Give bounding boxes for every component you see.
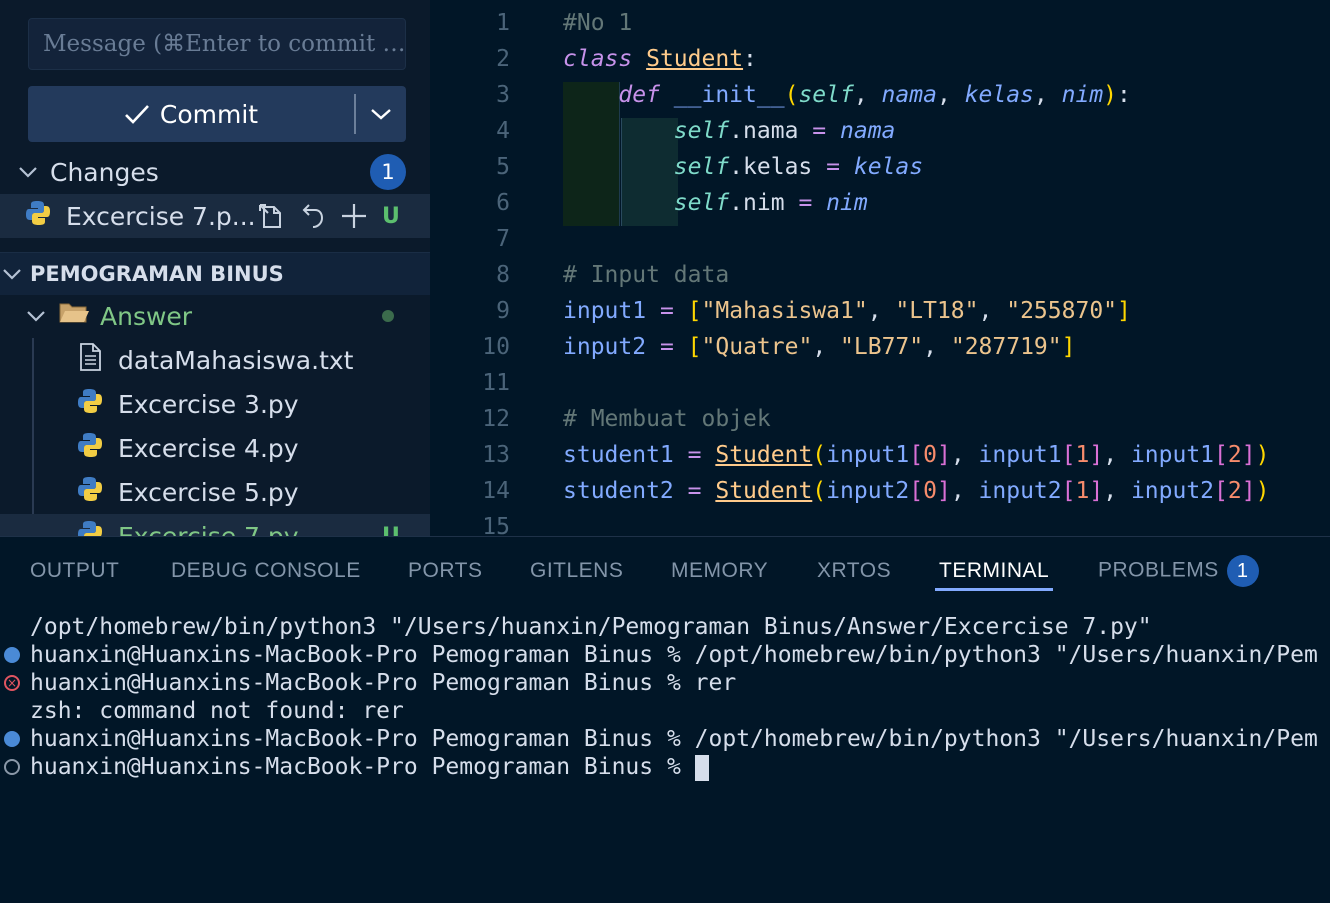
tab-problems-label: PROBLEMS bbox=[1098, 558, 1219, 582]
python-file-icon bbox=[76, 519, 104, 536]
code-line[interactable]: self.kelas = kelas bbox=[563, 154, 923, 180]
file-item[interactable]: Excercise 5.py bbox=[0, 470, 430, 514]
code-line[interactable]: class Student: bbox=[563, 46, 757, 72]
commit-main-button[interactable]: Commit bbox=[28, 86, 354, 142]
untracked-status: U bbox=[382, 203, 400, 229]
code-line[interactable]: student2 = Student(input2[0], input2[1],… bbox=[563, 478, 1269, 504]
source-control-sidebar: Message (⌘Enter to commit … Commit Chang… bbox=[0, 0, 430, 536]
line-number: 6 bbox=[496, 190, 510, 216]
commit-dropdown-button[interactable] bbox=[356, 86, 406, 142]
file-item[interactable]: Excercise 3.py bbox=[0, 382, 430, 426]
terminal-line: /opt/homebrew/bin/python3 "/Users/huanxi… bbox=[30, 614, 1152, 640]
open-folder-icon bbox=[58, 300, 90, 332]
changes-label: Changes bbox=[50, 157, 159, 187]
line-number: 2 bbox=[496, 46, 510, 72]
file-item-partial[interactable]: Excercise 7.py U bbox=[0, 514, 430, 536]
changed-file-actions bbox=[256, 201, 368, 231]
chevron-down-icon bbox=[371, 109, 391, 120]
line-number: 7 bbox=[496, 226, 510, 252]
code-editor[interactable]: 1 2 3 4 5 6 7 8 9 10 11 12 13 14 15 #No 1 class Student… bbox=[430, 0, 1330, 536]
terminal-line: zsh: command not found: rer bbox=[30, 698, 404, 724]
problems-count-badge: 1 bbox=[1226, 555, 1259, 587]
changed-file-name: Excercise 7.p... bbox=[66, 201, 256, 231]
file-name: Excercise 4.py bbox=[118, 433, 299, 463]
line-number: 5 bbox=[496, 154, 510, 180]
file-item[interactable]: Excercise 4.py bbox=[0, 426, 430, 470]
tab-terminal[interactable]: TERMINAL bbox=[934, 559, 1054, 591]
python-file-icon bbox=[76, 387, 104, 421]
untracked-status: U bbox=[382, 523, 400, 537]
chevron-down-icon bbox=[0, 267, 24, 281]
line-number: 13 bbox=[482, 442, 510, 468]
commit-label: Commit bbox=[159, 99, 259, 129]
modified-dot-indicator bbox=[382, 310, 394, 322]
chevron-down-icon bbox=[24, 309, 48, 323]
explorer-section-title: PEMOGRAMAN BINUS bbox=[30, 262, 284, 286]
line-number: 15 bbox=[482, 514, 510, 536]
line-number: 14 bbox=[482, 478, 510, 504]
code-line[interactable]: # Membuat objek bbox=[563, 406, 771, 432]
discard-changes-icon[interactable] bbox=[300, 201, 326, 231]
code-line[interactable]: self.nim = nim bbox=[563, 190, 868, 216]
python-file-icon bbox=[24, 199, 52, 233]
file-item[interactable]: dataMahasiswa.txt bbox=[0, 338, 430, 382]
code-line[interactable]: input2 = ["Quatre", "LB77", "287719"] bbox=[563, 334, 1075, 360]
line-number: 9 bbox=[496, 298, 510, 324]
folder-name: Answer bbox=[100, 301, 193, 331]
explorer-section-header[interactable]: PEMOGRAMAN BINUS bbox=[0, 252, 430, 295]
code-line[interactable]: #No 1 bbox=[563, 10, 632, 36]
file-name: Excercise 5.py bbox=[118, 477, 299, 507]
code-line[interactable]: # Input data bbox=[563, 262, 729, 288]
changes-count-badge: 1 bbox=[370, 154, 406, 190]
code-line[interactable]: def __init__(self, nama, kelas, nim): bbox=[563, 82, 1131, 108]
file-name: Excercise 3.py bbox=[118, 389, 299, 419]
tab-debug-console[interactable]: DEBUG CONSOLE bbox=[171, 559, 361, 583]
bottom-panel: OUTPUT DEBUG CONSOLE PORTS GITLENS MEMOR… bbox=[0, 536, 1330, 903]
text-file-icon bbox=[76, 342, 104, 378]
tab-memory[interactable]: MEMORY bbox=[671, 559, 768, 583]
folder-answer[interactable]: Answer bbox=[0, 294, 430, 338]
tab-ports[interactable]: PORTS bbox=[408, 559, 482, 583]
tab-problems[interactable]: PROBLEMS 1 bbox=[1098, 555, 1259, 587]
command-error-icon[interactable]: × bbox=[4, 675, 20, 691]
terminal-cursor bbox=[694, 754, 709, 781]
line-number: 11 bbox=[482, 370, 510, 396]
tab-xrtos[interactable]: XRTOS bbox=[817, 559, 891, 583]
python-file-icon bbox=[76, 475, 104, 509]
panel-tabs: OUTPUT DEBUG CONSOLE PORTS GITLENS MEMOR… bbox=[0, 537, 1330, 609]
check-icon bbox=[124, 105, 149, 124]
command-success-icon[interactable] bbox=[4, 731, 20, 747]
file-name: Excercise 7.py bbox=[118, 521, 299, 537]
line-number: 3 bbox=[496, 82, 510, 108]
terminal-line: huanxin@Huanxins-MacBook-Pro Pemograman … bbox=[30, 642, 1318, 668]
line-number: 4 bbox=[496, 118, 510, 144]
code-line[interactable]: student1 = Student(input1[0], input1[1],… bbox=[563, 442, 1269, 468]
terminal-line: huanxin@Huanxins-MacBook-Pro Pemograman … bbox=[30, 753, 709, 781]
code-line[interactable]: input1 = ["Mahasiswa1", "LT18", "255870"… bbox=[563, 298, 1131, 324]
commit-message-input[interactable]: Message (⌘Enter to commit … bbox=[28, 18, 406, 70]
line-number: 1 bbox=[496, 10, 510, 36]
open-file-icon[interactable] bbox=[256, 201, 286, 231]
line-number: 12 bbox=[482, 406, 510, 432]
line-number: 10 bbox=[482, 334, 510, 360]
changes-header[interactable]: Changes 1 bbox=[0, 150, 430, 194]
commit-button[interactable]: Commit bbox=[28, 86, 406, 142]
terminal-line: huanxin@Huanxins-MacBook-Pro Pemograman … bbox=[30, 726, 1318, 752]
stage-changes-icon[interactable] bbox=[340, 202, 368, 230]
chevron-down-icon bbox=[16, 165, 40, 179]
tab-output[interactable]: OUTPUT bbox=[30, 559, 119, 583]
code-line[interactable]: self.nama = nama bbox=[563, 118, 896, 144]
terminal-line: huanxin@Huanxins-MacBook-Pro Pemograman … bbox=[30, 670, 737, 696]
line-number: 8 bbox=[496, 262, 510, 288]
command-success-icon[interactable] bbox=[4, 647, 20, 663]
tab-gitlens[interactable]: GITLENS bbox=[530, 559, 623, 583]
python-file-icon bbox=[76, 431, 104, 465]
file-name: dataMahasiswa.txt bbox=[118, 345, 354, 375]
changed-file-item[interactable]: Excercise 7.p... U bbox=[0, 194, 430, 238]
command-idle-icon[interactable] bbox=[4, 759, 20, 775]
